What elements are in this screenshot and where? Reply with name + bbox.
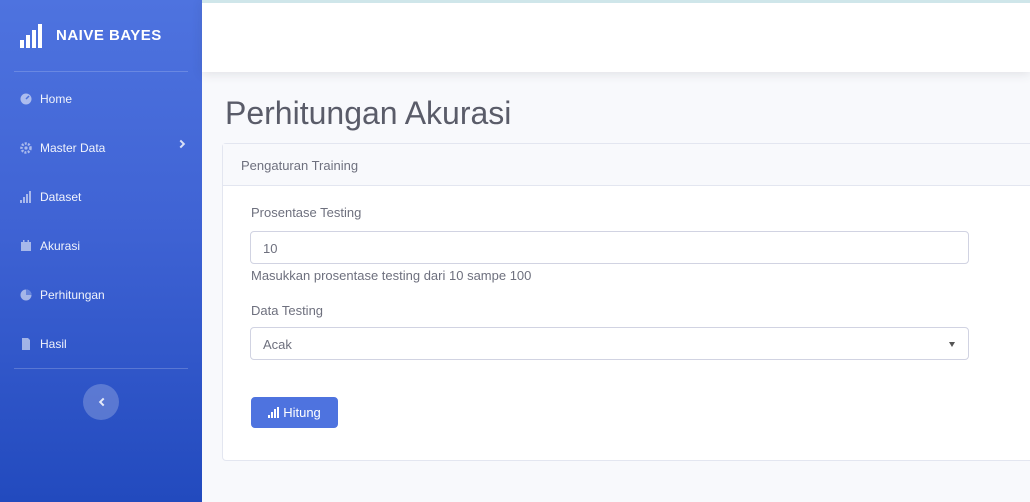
sidebar-item-perhitungan[interactable]: Perhitungan xyxy=(0,270,202,319)
testing-percentage-label: Prosentase Testing xyxy=(251,205,362,220)
data-testing-label: Data Testing xyxy=(251,303,324,318)
sidebar-item-master-data[interactable]: Master Data xyxy=(0,123,202,172)
brand[interactable]: NAIVE BAYES xyxy=(14,0,188,72)
caret-down-icon xyxy=(949,342,955,347)
sidebar-divider xyxy=(14,368,188,369)
hitung-button[interactable]: Hitung xyxy=(251,397,338,428)
testing-percentage-input[interactable]: 10 xyxy=(250,231,969,264)
signal-bars-icon xyxy=(20,190,32,203)
sidebar-item-akurasi[interactable]: Akurasi xyxy=(0,221,202,270)
sidebar-item-label: Akurasi xyxy=(40,238,81,253)
sidebar-item-label: Home xyxy=(40,91,73,106)
sidebar: NAIVE BAYES Home Master Data Dataset Aku… xyxy=(0,0,202,502)
sidebar-item-label: Dataset xyxy=(40,189,82,204)
sidebar-item-home[interactable]: Home xyxy=(0,74,202,123)
sidebar-item-label: Master Data xyxy=(40,140,106,155)
topbar xyxy=(202,0,1030,72)
card-header: Pengaturan Training xyxy=(223,144,1030,186)
chevron-left-icon xyxy=(98,397,107,407)
sidebar-nav: Home Master Data Dataset Akurasi Perhitu… xyxy=(0,72,202,368)
signal-bars-icon xyxy=(20,23,42,48)
brand-name: NAIVE BAYES xyxy=(56,27,162,44)
chart-pie-icon xyxy=(20,289,32,301)
training-settings-card: Pengaturan Training Prosentase Testing 1… xyxy=(222,143,1030,461)
dashboard-icon xyxy=(20,93,32,105)
sidebar-toggle-button[interactable] xyxy=(83,384,119,420)
calendar-icon xyxy=(20,239,32,252)
sidebar-item-label: Hasil xyxy=(40,336,67,351)
chevron-right-icon xyxy=(176,139,186,149)
hitung-button-label: Hitung xyxy=(283,405,321,420)
signal-bars-icon xyxy=(268,407,280,418)
cog-icon xyxy=(20,141,32,154)
data-testing-selected-value: Acak xyxy=(263,337,292,352)
testing-percentage-help: Masukkan prosentase testing dari 10 samp… xyxy=(251,268,532,283)
sidebar-item-hasil[interactable]: Hasil xyxy=(0,319,202,368)
file-icon xyxy=(20,337,32,350)
page-title: Perhitungan Akurasi xyxy=(225,95,512,131)
sidebar-item-dataset[interactable]: Dataset xyxy=(0,172,202,221)
sidebar-item-label: Perhitungan xyxy=(40,287,105,302)
data-testing-select[interactable]: Acak xyxy=(250,327,969,360)
